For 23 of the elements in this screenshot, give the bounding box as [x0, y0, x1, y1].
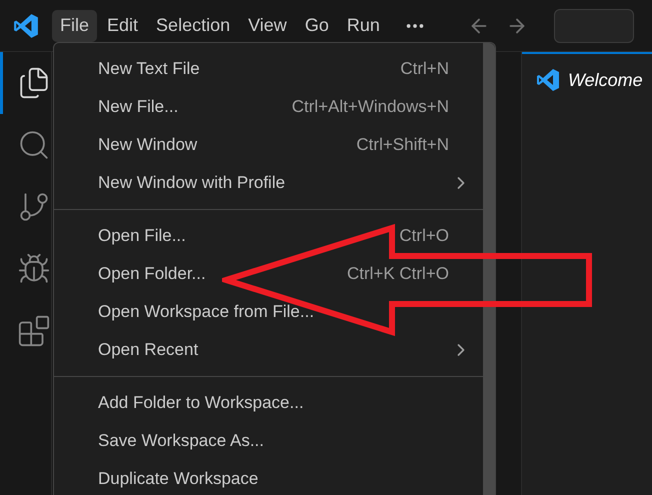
menu-item[interactable]: Save Workspace As... [54, 422, 483, 460]
menu-item[interactable]: New Window Ctrl+Shift+N [54, 126, 483, 164]
menu-bar-item[interactable]: File [52, 10, 98, 42]
logo-icon [536, 68, 560, 92]
search-field[interactable] [554, 8, 634, 42]
scroll-bar[interactable] [483, 43, 495, 495]
menu-item[interactable]: Open Recent [54, 331, 483, 369]
menu-item[interactable]: Duplicate Workspace [54, 460, 483, 495]
menu-item[interactable]: New File... Ctrl+Alt+Windows+N [54, 88, 483, 126]
menu-item[interactable]: New Text File Ctrl+N [54, 50, 483, 88]
menu-bar-item[interactable]: Selection [148, 10, 238, 42]
menu-item[interactable]: Open Folder... Ctrl+K Ctrl+O [54, 255, 483, 293]
tab-label: Welcome [568, 68, 643, 92]
blocks-icon[interactable] [17, 314, 51, 348]
menu-item[interactable]: New Window with Profile [54, 164, 483, 202]
menu-item[interactable]: Open Workspace from File... [54, 293, 483, 331]
menu-bar-item[interactable]: View [240, 10, 295, 42]
menu-item[interactable]: Add Folder to Workspace... [54, 384, 483, 422]
menu-item[interactable]: Open File... Ctrl+O [54, 217, 483, 255]
logo-icon [13, 12, 39, 38]
menu-bar-item[interactable]: Edit [99, 10, 146, 42]
menu-bar-item[interactable]: Go [296, 10, 337, 42]
menu-bar-item[interactable]: Run [338, 10, 388, 42]
